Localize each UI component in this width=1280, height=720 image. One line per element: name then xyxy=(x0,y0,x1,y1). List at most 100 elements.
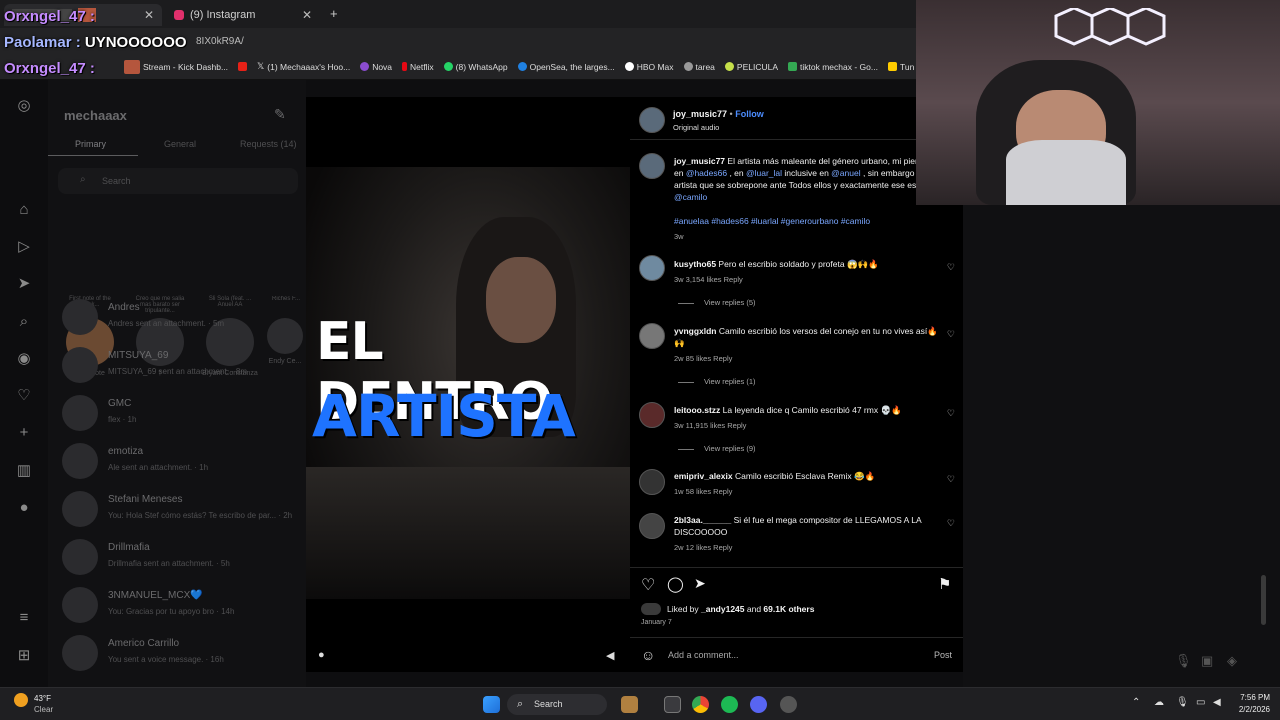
mic-icon[interactable]: 🎙 xyxy=(1176,697,1189,708)
home-icon[interactable]: ⌂ xyxy=(14,200,34,220)
follow-button[interactable]: Follow xyxy=(735,109,764,119)
address-text[interactable]: 8IX0kR9A/ xyxy=(196,36,244,47)
mic-icon[interactable]: 🎙 xyxy=(1175,653,1192,669)
bookmark-item[interactable]: (8) WhatsApp xyxy=(443,62,508,72)
heart-icon[interactable]: ♡ xyxy=(947,474,955,485)
share-icon[interactable]: ➤ xyxy=(694,575,706,592)
dm-thread[interactable]: Drillmafia Drillmafia sent an attachment.… xyxy=(62,539,302,579)
heart-icon[interactable]: ♡ xyxy=(947,408,955,419)
tab-primary[interactable]: Primary xyxy=(75,139,106,149)
heart-icon[interactable]: ♡ xyxy=(947,518,955,529)
chevron-up-icon[interactable]: ⌃ xyxy=(1132,697,1140,708)
bookmark-item[interactable]: Nova xyxy=(360,62,392,72)
menu-icon[interactable]: ≡ xyxy=(14,608,34,628)
comment-meta[interactable]: 3w 11,915 likes Reply xyxy=(674,421,746,430)
dm-thread[interactable]: emotiza Ale sent an attachment. · 1h xyxy=(62,443,302,483)
clock-time[interactable]: 7:56 PM xyxy=(1234,693,1270,702)
dm-thread[interactable]: GMC flex · 1h xyxy=(62,395,302,435)
post-author[interactable]: joy_music77 xyxy=(673,109,727,119)
bookmark-item[interactable] xyxy=(238,62,248,71)
profile-icon[interactable]: ● xyxy=(14,498,34,518)
dm-thread[interactable]: Andres Andres sent an attachment. · 5m xyxy=(62,299,302,339)
bookmark-item[interactable]: HBO Max xyxy=(624,62,674,72)
user-tag-icon[interactable]: ● xyxy=(318,649,325,661)
instagram-icon[interactable]: ◎ xyxy=(14,96,34,116)
close-icon[interactable]: ✕ xyxy=(302,8,312,22)
create-icon[interactable]: + xyxy=(14,423,34,443)
weather-temp[interactable]: 43°F xyxy=(34,694,51,703)
discord-icon[interactable] xyxy=(750,696,767,713)
more-icon[interactable]: ⊞ xyxy=(14,646,34,666)
view-replies[interactable]: View replies (5) xyxy=(678,298,756,307)
reel-video[interactable]: EL DENTRO ARTISTA ● ◀ xyxy=(306,97,630,672)
weather-icon[interactable] xyxy=(14,693,28,707)
dashboard-icon[interactable]: ▥ xyxy=(14,461,34,481)
comment-input[interactable]: Add a comment... xyxy=(668,650,739,660)
taskbar-search[interactable]: ⌕ Search xyxy=(507,694,607,715)
tab-requests[interactable]: Requests (14) xyxy=(240,139,297,149)
image-icon[interactable]: ▣ xyxy=(1201,653,1213,669)
tab-instagram[interactable]: (9) Instagram ✕ xyxy=(166,4,320,26)
windows-start-icon[interactable] xyxy=(483,696,500,713)
spotify-icon[interactable] xyxy=(721,696,738,713)
hashtags[interactable]: #anuelaa #hades66 #luarlal #generourbano… xyxy=(674,215,944,227)
avatar[interactable] xyxy=(639,255,665,281)
dm-thread[interactable]: Stefani Meneses You: Hola Stef cómo estás… xyxy=(62,491,302,531)
avatar[interactable] xyxy=(639,107,665,133)
bookmark-item[interactable]: Stream - Kick Dashb... xyxy=(124,59,228,74)
explore-icon[interactable]: ◉ xyxy=(14,349,34,369)
task-view-icon[interactable] xyxy=(664,696,681,713)
view-replies[interactable]: View replies (1) xyxy=(678,377,756,386)
compose-icon[interactable]: ✎ xyxy=(274,106,286,123)
volume-icon[interactable]: ◀ xyxy=(1213,697,1221,708)
heart-icon[interactable]: ♡ xyxy=(947,262,955,273)
view-replies[interactable]: View replies (9) xyxy=(678,444,756,453)
bookmark-item[interactable]: Tun xyxy=(887,62,914,72)
audio-label[interactable]: Original audio xyxy=(673,123,719,132)
avatar[interactable] xyxy=(639,469,665,495)
avatar[interactable] xyxy=(639,402,665,428)
reels-icon[interactable]: ▷ xyxy=(14,237,34,257)
clock-date[interactable]: 2/2/2026 xyxy=(1230,705,1270,714)
weather-desc[interactable]: Clear xyxy=(34,705,53,714)
close-icon[interactable]: ✕ xyxy=(144,8,154,22)
widget-icon[interactable] xyxy=(621,696,638,713)
network-icon[interactable]: ▭ xyxy=(1196,697,1205,708)
new-tab-icon[interactable]: + xyxy=(330,6,338,21)
bookmark-icon[interactable]: ⚑ xyxy=(938,575,951,593)
notifications-icon[interactable]: ♡ xyxy=(14,386,34,406)
avatar[interactable] xyxy=(639,513,665,539)
post-button[interactable]: Post xyxy=(934,650,952,660)
dm-thread[interactable]: 3NMANUEL_MCX💙 You: Gracias por tu apoyo b… xyxy=(62,587,302,627)
search-input[interactable]: ⌕ Search xyxy=(58,168,298,194)
avatar[interactable] xyxy=(639,153,665,179)
tab-general[interactable]: General xyxy=(164,139,196,149)
bookmark-item[interactable]: PELICULA xyxy=(724,62,778,72)
bookmark-item[interactable]: tiktok mechax - Go... xyxy=(788,62,878,72)
chrome-icon[interactable] xyxy=(692,696,709,713)
comment-meta[interactable]: 3w 3,154 likes Reply xyxy=(674,275,743,284)
messages-icon[interactable]: ➤ xyxy=(14,274,34,294)
account-name[interactable]: mechaaax xyxy=(64,108,127,123)
comment-meta[interactable]: 1w 58 likes Reply xyxy=(674,487,732,496)
likes-summary[interactable]: Liked by _andy1245 and 69.1K others xyxy=(667,604,814,614)
comment-icon[interactable]: ◯ xyxy=(667,575,684,593)
app-icon[interactable] xyxy=(780,696,797,713)
like-icon[interactable]: ♡ xyxy=(641,575,655,595)
bookmark-item[interactable]: Netflix xyxy=(402,62,434,72)
emoji-icon[interactable]: ☺ xyxy=(641,647,655,663)
scrollbar[interactable] xyxy=(1261,575,1266,625)
heart-icon[interactable]: ♡ xyxy=(947,329,955,340)
comment-meta[interactable]: 2w 12 likes Reply xyxy=(674,543,732,552)
sticker-icon[interactable]: ◈ xyxy=(1227,653,1237,669)
comment-meta[interactable]: 2w 85 likes Reply xyxy=(674,354,732,363)
bookmark-item[interactable]: OpenSea, the larges... xyxy=(517,62,615,72)
bookmark-item[interactable]: 𝕏 (1) Mechaaax's Hoo... xyxy=(257,61,350,72)
avatar[interactable] xyxy=(639,323,665,349)
volume-icon[interactable]: ◀ xyxy=(606,649,614,662)
dm-thread[interactable]: Americo Carrillo You sent a voice message… xyxy=(62,635,302,675)
dm-thread[interactable]: MITSUYA_69 MITSUYA_69 sent an attachment.… xyxy=(62,347,302,387)
bookmark-item[interactable]: tarea xyxy=(683,62,715,72)
cloud-icon[interactable]: ☁ xyxy=(1154,697,1164,708)
search-icon[interactable]: ⌕ xyxy=(14,312,34,332)
